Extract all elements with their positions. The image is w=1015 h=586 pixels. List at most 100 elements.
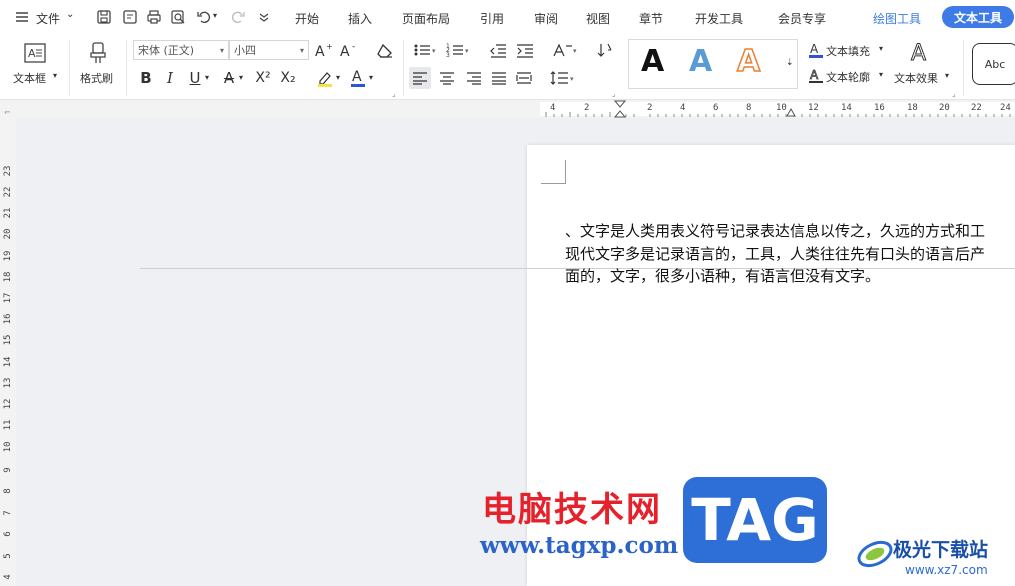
tab-insert[interactable]: 插入 <box>348 10 372 27</box>
format-painter-label[interactable]: 格式刷 <box>80 70 113 86</box>
align-center-icon[interactable] <box>436 67 458 89</box>
redo-icon[interactable] <box>228 7 248 27</box>
numbered-list-icon[interactable]: 1 2 3 ▾ <box>445 40 471 60</box>
undo-dropdown-icon[interactable]: ▾ <box>213 11 217 20</box>
horizontal-ruler[interactable]: ⌐ 4 2 2 4 6 8 10 12 14 16 18 20 22 24 <box>0 100 1015 118</box>
svg-text:-: - <box>352 42 355 52</box>
ruler-corner-icon: ⌐ <box>4 108 11 117</box>
text-dialog-launcher-icon[interactable]: ⌟ <box>952 89 956 98</box>
font-color-dropdown-icon[interactable]: ▾ <box>369 73 373 82</box>
font-color-icon[interactable]: A <box>348 67 368 89</box>
document-body-text[interactable]: 、文字是人类用表义符号记录表达信息以传之，久远的方式和工 现代文字多是记录语言的… <box>565 220 1015 288</box>
ribbon-divider <box>403 40 404 96</box>
hamburger-menu-icon[interactable] <box>12 7 32 27</box>
vertical-ruler[interactable]: 23 22 21 20 19 18 17 16 15 14 13 12 11 1… <box>0 118 16 586</box>
tab-member[interactable]: 会员专享 <box>778 10 826 27</box>
ruler-number: 12 <box>808 103 819 113</box>
strikethrough-icon[interactable]: A <box>219 67 239 89</box>
ruler-number: 8 <box>746 103 752 113</box>
italic-icon[interactable]: I <box>160 67 180 89</box>
style-sample-black[interactable]: A <box>641 44 664 79</box>
highlight-dropdown-icon[interactable]: ▾ <box>336 73 340 82</box>
ruler-number: 8 <box>3 488 13 494</box>
underline-dropdown-icon[interactable]: ▾ <box>205 73 209 82</box>
format-painter-icon[interactable] <box>85 40 111 66</box>
ruler-number: 2 <box>584 103 590 113</box>
ruler-number: 4 <box>680 103 686 113</box>
highlight-icon[interactable] <box>315 67 335 89</box>
style-gallery-more-icon[interactable]: ⇣ <box>786 58 794 68</box>
text-fill-icon[interactable]: A <box>808 42 824 58</box>
justify-icon[interactable] <box>488 67 510 89</box>
left-indent-marker[interactable] <box>614 100 626 118</box>
bullet-list-icon[interactable]: ▾ <box>412 40 438 60</box>
svg-text:A: A <box>352 69 362 85</box>
decrease-indent-icon[interactable] <box>487 40 509 60</box>
clear-formatting-icon[interactable] <box>375 40 395 60</box>
decrease-font-size-icon[interactable]: A- <box>339 40 359 60</box>
print-preview-icon[interactable] <box>168 7 188 27</box>
sort-icon[interactable] <box>595 40 615 60</box>
ruler-number: 23 <box>3 165 13 177</box>
subscript-icon[interactable]: X₂ <box>277 67 299 89</box>
superscript-icon[interactable]: X² <box>252 67 274 89</box>
ruler-number: 2 <box>647 103 653 113</box>
tab-references[interactable]: 引用 <box>480 10 504 27</box>
textbox-icon[interactable]: A <box>22 40 48 66</box>
line-spacing-icon[interactable]: ▾ <box>549 67 577 89</box>
chevron-down-icon[interactable]: ⌄ <box>66 9 74 20</box>
ribbon-divider <box>963 40 964 96</box>
textbox-dropdown-icon[interactable]: ▾ <box>53 71 57 80</box>
distribute-icon[interactable] <box>513 67 535 89</box>
font-dialog-launcher-icon[interactable]: ⌟ <box>392 89 396 98</box>
text-outline-icon[interactable]: A <box>808 68 824 84</box>
strikethrough-dropdown-icon[interactable]: ▾ <box>239 73 243 82</box>
text-fill-dropdown-icon[interactable]: ▾ <box>879 44 883 53</box>
ruler-number: 16 <box>874 103 885 113</box>
increase-font-size-icon[interactable]: A + <box>314 40 334 60</box>
text-direction-icon[interactable]: ▾ <box>551 40 579 60</box>
tab-developer[interactable]: 开发工具 <box>695 10 743 27</box>
text-style-gallery: A A A <box>628 39 798 89</box>
tab-text-tools[interactable]: 文本工具 <box>942 6 1015 28</box>
right-indent-marker[interactable] <box>786 108 796 117</box>
shape-style-abc-button[interactable]: Abc <box>972 43 1015 85</box>
tab-view[interactable]: 视图 <box>586 10 610 27</box>
customize-toolbar-icon[interactable] <box>254 7 274 27</box>
ruler-number: 20 <box>939 103 950 113</box>
undo-icon[interactable] <box>194 7 214 27</box>
text-outline-dropdown-icon[interactable]: ▾ <box>879 70 883 79</box>
text-effect-dropdown-icon[interactable]: ▾ <box>945 71 949 80</box>
font-size-select[interactable]: 小四 ▾ <box>229 40 309 60</box>
ruler-number: 11 <box>3 419 13 431</box>
increase-indent-icon[interactable] <box>514 40 536 60</box>
ruler-number: 9 <box>3 467 13 473</box>
tab-review[interactable]: 审阅 <box>534 10 558 27</box>
paragraph-dialog-launcher-icon[interactable]: ⌟ <box>612 89 616 98</box>
chevron-down-icon: ▾ <box>219 45 224 55</box>
font-name-select[interactable]: 宋体 (正文) ▾ <box>133 40 229 60</box>
underline-icon[interactable]: U <box>185 67 205 89</box>
save-icon[interactable] <box>94 7 114 27</box>
print-icon[interactable] <box>144 7 164 27</box>
file-menu-label[interactable]: 文件 <box>36 10 60 27</box>
text-effect-icon[interactable]: A <box>908 39 932 65</box>
ribbon-divider <box>126 40 127 96</box>
tab-page-layout[interactable]: 页面布局 <box>402 10 450 27</box>
text-effect-label[interactable]: 文本效果 <box>894 70 938 86</box>
text-fill-label[interactable]: 文本填充 <box>826 43 870 59</box>
tab-drawing-tools[interactable]: 绘图工具 <box>873 10 921 27</box>
tab-chapter[interactable]: 章节 <box>639 10 663 27</box>
align-left-icon[interactable] <box>409 67 431 89</box>
tab-home[interactable]: 开始 <box>295 10 319 27</box>
text-outline-label[interactable]: 文本轮廓 <box>826 69 870 85</box>
export-pdf-icon[interactable] <box>120 7 140 27</box>
style-sample-orange-outline[interactable]: A <box>736 43 761 80</box>
style-sample-blue[interactable]: A <box>689 44 712 79</box>
align-right-icon[interactable] <box>463 67 485 89</box>
ruler-number: 19 <box>3 250 13 262</box>
bold-icon[interactable]: B <box>136 67 156 89</box>
textbox-button-label[interactable]: 文本框 <box>13 70 46 86</box>
ruler-number: 21 <box>3 207 13 219</box>
ruler-number: 22 <box>3 186 13 198</box>
